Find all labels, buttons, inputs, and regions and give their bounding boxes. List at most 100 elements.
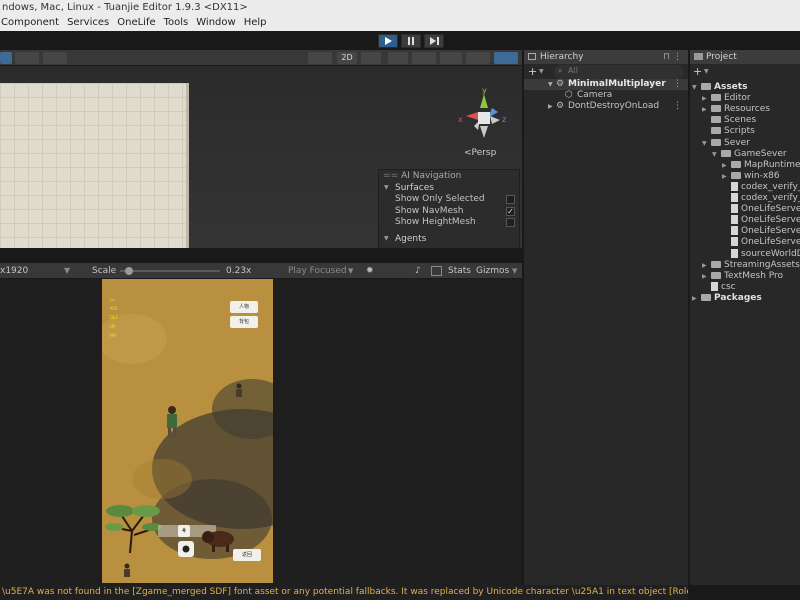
- orientation-gizmo-icon[interactable]: y x z: [456, 88, 512, 144]
- pause-button[interactable]: [401, 34, 421, 48]
- snap-increment-icon[interactable]: [43, 52, 67, 64]
- audio-toggle-icon[interactable]: [388, 52, 408, 64]
- game-render[interactable]: Lv ATK DEF HP MP 人物 背包 ⚘ 返回: [102, 279, 273, 583]
- effects-toggle-icon[interactable]: [412, 52, 436, 64]
- scale-value: 0.23x: [226, 266, 252, 276]
- project-item[interactable]: ▶ StreamingAssets: [702, 260, 800, 271]
- expand-arrow-icon[interactable]: ▼: [712, 149, 721, 160]
- character-button[interactable]: 人物: [230, 301, 258, 313]
- project-item[interactable]: codex_verify_s: [722, 181, 800, 193]
- project-item[interactable]: ▼ Assets: [692, 82, 747, 93]
- show-heightmesh-option[interactable]: Show HeightMesh: [379, 217, 519, 229]
- project-item[interactable]: ▶ TextMesh Pro: [702, 271, 783, 282]
- show-navmesh-checkbox[interactable]: ✓: [506, 206, 515, 216]
- resolution-chevron-icon[interactable]: ▼: [64, 263, 70, 279]
- more-options-icon[interactable]: ⋮: [673, 50, 682, 64]
- project-item[interactable]: ▶ Packages: [692, 293, 762, 304]
- step-button[interactable]: [424, 34, 444, 48]
- 2d-toggle[interactable]: 2D: [337, 52, 357, 64]
- project-add-button[interactable]: +: [693, 65, 702, 79]
- project-item-label: Editor: [724, 93, 751, 104]
- project-item[interactable]: OneLifeServer_: [722, 226, 800, 237]
- projection-label[interactable]: <Persp: [464, 148, 496, 158]
- show-only-selected-checkbox[interactable]: [506, 195, 515, 204]
- play-focused-dropdown[interactable]: Play Focused: [288, 263, 347, 279]
- project-item[interactable]: ▶ Editor: [702, 93, 751, 104]
- menu-tools[interactable]: Tools: [160, 15, 193, 31]
- shading-mode-icon[interactable]: [308, 52, 332, 64]
- grid-snap-icon[interactable]: [15, 52, 39, 64]
- camera-settings-icon[interactable]: [466, 52, 490, 64]
- draw-mode-icon[interactable]: [0, 52, 12, 64]
- project-item[interactable]: Scripts: [702, 126, 755, 137]
- show-navmesh-option[interactable]: Show NavMesh ✓: [379, 206, 519, 218]
- project-item[interactable]: ▶ Resources: [702, 104, 770, 115]
- folder-icon: [694, 53, 703, 60]
- more-options-icon[interactable]: ⋮: [673, 79, 682, 90]
- project-item[interactable]: codex_verify_s: [722, 193, 800, 204]
- menu-onelife[interactable]: OneLife: [113, 15, 159, 31]
- gizmos-button[interactable]: Gizmos: [476, 263, 509, 279]
- hierarchy-item-camera[interactable]: ⬡ Camera: [524, 90, 688, 101]
- expand-arrow-icon[interactable]: ▶: [702, 271, 711, 282]
- project-item[interactable]: OneLifeServer_: [722, 204, 800, 215]
- project-item[interactable]: ▼ Sever: [702, 138, 750, 149]
- play-focused-chevron-icon[interactable]: ▼: [348, 263, 353, 279]
- tab-project[interactable]: Project: [690, 50, 800, 64]
- surfaces-section[interactable]: Surfaces: [379, 182, 519, 194]
- hierarchy-item-dontdestroyonload[interactable]: ▶ ⚙ DontDestroyOnLoad ⋮: [524, 101, 688, 112]
- menu-services[interactable]: Services: [63, 15, 113, 31]
- expand-arrow-icon[interactable]: ▶: [722, 171, 731, 182]
- show-heightmesh-checkbox[interactable]: [506, 218, 515, 227]
- project-item[interactable]: ▼ GameSever: [712, 149, 787, 160]
- attack-button[interactable]: [178, 541, 194, 557]
- project-add-chevron-icon[interactable]: ▼: [704, 65, 709, 79]
- hierarchy-search-input[interactable]: ⌕ All: [554, 65, 684, 79]
- hierarchy-add-button[interactable]: +: [528, 65, 537, 79]
- back-button[interactable]: 返回: [233, 549, 261, 561]
- play-button[interactable]: [378, 34, 398, 48]
- action-slot[interactable]: ⚘: [178, 525, 190, 537]
- scale-slider-thumb[interactable]: [125, 267, 133, 275]
- expand-arrow-icon[interactable]: ▶: [722, 160, 731, 171]
- expand-arrow-icon[interactable]: ▶: [702, 104, 711, 115]
- resolution-dropdown[interactable]: x1920: [0, 263, 28, 279]
- scale-slider[interactable]: [120, 263, 220, 279]
- tab-hierarchy[interactable]: Hierarchy ⊓ ⋮: [524, 50, 688, 64]
- menu-window[interactable]: Window: [192, 15, 239, 31]
- agents-section[interactable]: Agents: [379, 233, 519, 245]
- project-item[interactable]: OneLifeServer_: [722, 215, 800, 226]
- gizmos-chevron-icon[interactable]: ▼: [512, 263, 517, 279]
- ai-navigation-title[interactable]: == AI Navigation: [379, 170, 519, 182]
- expand-arrow-icon[interactable]: ▼: [548, 79, 553, 90]
- show-only-selected-option[interactable]: Show Only Selected: [379, 194, 519, 206]
- expand-arrow-icon[interactable]: ▶: [548, 101, 553, 112]
- scene-visibility-icon[interactable]: [440, 52, 462, 64]
- expand-arrow-icon[interactable]: ▶: [702, 93, 711, 104]
- lock-icon[interactable]: ⊓: [663, 50, 670, 64]
- project-item[interactable]: sourceWorldDa: [722, 248, 800, 260]
- project-item-label: TextMesh Pro: [724, 270, 784, 281]
- bug-icon[interactable]: ✹: [366, 263, 374, 279]
- project-item[interactable]: csc: [702, 281, 736, 293]
- menu-component[interactable]: Component: [0, 15, 63, 31]
- menu-help[interactable]: Help: [240, 15, 271, 31]
- console-status-message[interactable]: \u5E7A was not found in the [Zgame_merge…: [0, 585, 688, 600]
- expand-arrow-icon[interactable]: ▶: [692, 293, 701, 304]
- maximize-toggle-icon[interactable]: [431, 266, 442, 276]
- more-options-icon[interactable]: ⋮: [673, 101, 682, 112]
- expand-arrow-icon[interactable]: ▶: [702, 260, 711, 271]
- project-item[interactable]: ▶ MapRuntimeDa: [722, 160, 800, 171]
- expand-arrow-icon[interactable]: ▼: [692, 82, 701, 93]
- stats-button[interactable]: Stats: [448, 263, 471, 279]
- project-item[interactable]: OneLifeServer_: [722, 237, 800, 248]
- project-item[interactable]: Scenes: [702, 115, 756, 126]
- hierarchy-add-chevron-icon[interactable]: ▼: [539, 65, 544, 79]
- lighting-toggle-icon[interactable]: [361, 52, 381, 64]
- gizmos-toggle-icon[interactable]: [494, 52, 518, 64]
- inventory-button[interactable]: 背包: [230, 316, 258, 328]
- expand-arrow-icon[interactable]: ▼: [702, 138, 711, 149]
- hierarchy-item-minimalmultiplayer[interactable]: ▼ ⚙ MinimalMultiplayer ⋮: [524, 79, 688, 90]
- mute-audio-icon[interactable]: ♪: [415, 263, 421, 279]
- project-item[interactable]: ▶ win-x86: [722, 171, 780, 182]
